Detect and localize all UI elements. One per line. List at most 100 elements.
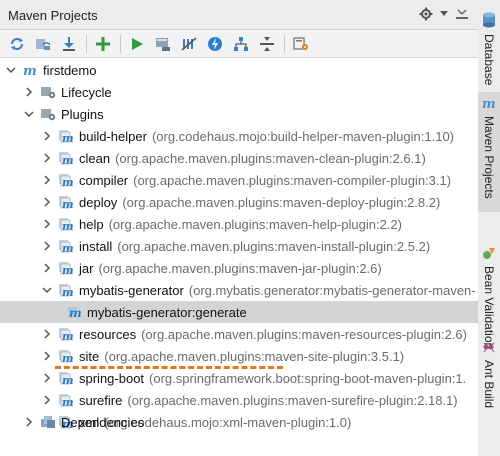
toolbar-separator (86, 34, 87, 53)
tree-node-plugin[interactable]: m help (org.apache.maven.plugins:maven-hel… (0, 213, 478, 235)
sidebar-tab-label: Ant Build (482, 360, 496, 409)
plugin-coordinates: (org.apache.maven.plugins:maven-clean-pl… (115, 150, 426, 166)
reimport-icon[interactable] (6, 33, 28, 55)
show-dependencies-icon[interactable] (230, 33, 252, 55)
plugin-coordinates: (org.apache.maven.plugins:maven-deploy-p… (122, 194, 441, 210)
chevron-right-icon[interactable] (40, 371, 54, 385)
sidebar-tab-ant-build[interactable]: Ant Build (478, 340, 500, 408)
tree-node-lifecycle[interactable]: Lifecycle (0, 81, 478, 103)
tree-node-project[interactable]: m firstdemo (0, 59, 478, 81)
panel-title: Maven Projects (8, 8, 98, 23)
panel-header: Maven Projects (0, 0, 478, 30)
chevron-right-icon[interactable] (22, 85, 36, 99)
chevron-right-icon[interactable] (40, 327, 54, 341)
plugin-name: clean (79, 150, 111, 166)
plugin-coordinates: (org.apache.maven.plugins:maven-site-plu… (104, 348, 405, 364)
database-icon (482, 12, 496, 31)
maven-settings-icon[interactable] (290, 33, 312, 55)
plugin-name: install (79, 238, 113, 254)
tree-node-dependencies[interactable]: Dependencies (0, 411, 478, 433)
chevron-right-icon[interactable] (40, 239, 54, 253)
run-configuration-icon[interactable] (152, 33, 174, 55)
tree-node-plugin[interactable]: m jar (org.apache.maven.plugins:maven-jar-… (0, 257, 478, 279)
tree-node-goal[interactable]: m mybatis-generator:generate (0, 301, 478, 323)
tree-node-plugin[interactable]: m build-helper (org.codehaus.mojo:build-he… (0, 125, 478, 147)
svg-text:m: m (62, 176, 74, 188)
download-icon[interactable] (58, 33, 80, 55)
chevron-right-icon[interactable] (22, 415, 36, 429)
svg-text:m: m (62, 330, 74, 342)
maven-plugin-icon: m (58, 260, 74, 277)
chevron-right-icon[interactable] (40, 217, 54, 231)
plugin-coordinates: (org.apache.maven.plugins:maven-install-… (117, 238, 431, 254)
svg-text:m: m (62, 198, 74, 210)
maven-plugin-icon: m (58, 348, 74, 365)
sidebar-tab-maven-projects[interactable]: m Maven Projects (478, 92, 500, 212)
plugin-name: spring-boot (79, 370, 145, 386)
tree-node-plugin[interactable]: m mybatis-generator (org.mybatis.generator… (0, 279, 478, 301)
tree-node-plugin[interactable]: m surefire (org.apache.maven.plugins:maven… (0, 389, 478, 411)
maven-plugin-icon: m (58, 282, 74, 299)
bean-icon (482, 246, 496, 263)
toolbar-separator (120, 34, 121, 53)
maven-project-tree: m firstdemo Lifecycle Plugins m build-hel… (0, 58, 478, 456)
toggle-offline-icon[interactable] (178, 33, 200, 55)
plugin-name: site (79, 348, 100, 364)
plugin-coordinates: (org.apache.maven.plugins:maven-help-plu… (108, 216, 402, 232)
plugin-name: jar (79, 260, 94, 276)
chevron-right-icon[interactable] (40, 173, 54, 187)
chevron-right-icon[interactable] (40, 261, 54, 275)
sidebar-tab-database[interactable]: Database (478, 12, 500, 85)
maven-toolbar (0, 30, 478, 58)
chevron-down-icon[interactable] (40, 283, 54, 297)
plugins-label: Plugins (61, 106, 104, 122)
tree-node-plugin[interactable]: m install (org.apache.maven.plugins:maven-… (0, 235, 478, 257)
tree-node-plugin[interactable]: m clean (org.apache.maven.plugins:maven-cl… (0, 147, 478, 169)
project-name: firstdemo (43, 62, 97, 78)
plugin-coordinates: (org.springframework.boot:spring-boot-ma… (149, 370, 467, 386)
maven-plugin-icon: m (58, 194, 74, 211)
right-tool-sidebar: Database m Maven Projects Bean Validatio… (478, 0, 500, 456)
maven-plugin-icon: m (58, 326, 74, 343)
chevron-down-icon[interactable] (440, 6, 448, 22)
collapse-all-icon[interactable] (256, 33, 278, 55)
run-icon[interactable] (126, 33, 148, 55)
chevron-down-icon[interactable] (22, 107, 36, 121)
chevron-right-icon[interactable] (40, 151, 54, 165)
plugin-coordinates: (org.apache.maven.plugins:maven-compiler… (133, 172, 452, 188)
maven-plugin-icon: m (58, 128, 74, 145)
chevron-right-icon[interactable] (40, 195, 54, 209)
plugin-name: mybatis-generator (79, 282, 184, 298)
plugin-name: resources (79, 326, 137, 342)
chevron-right-icon[interactable] (40, 129, 54, 143)
tree-node-plugins[interactable]: Plugins (0, 103, 478, 125)
svg-text:m: m (23, 64, 37, 78)
svg-text:m: m (62, 220, 74, 232)
chevron-right-icon[interactable] (40, 349, 54, 363)
maven-projects-panel: Maven Projects m firstdemo Lifecycle Plu… (0, 0, 478, 456)
svg-text:m: m (62, 286, 74, 298)
svg-text:m: m (62, 374, 74, 386)
svg-text:m: m (69, 306, 82, 320)
plugin-name: deploy (79, 194, 118, 210)
folder-gear-icon (40, 106, 56, 122)
generate-sources-icon[interactable] (32, 33, 54, 55)
folder-gear-icon (40, 84, 56, 100)
hide-panel-icon[interactable] (454, 6, 470, 22)
skip-tests-icon[interactable] (204, 33, 226, 55)
sidebar-tab-bean-validation[interactable]: Bean Validation (478, 246, 500, 349)
tree-node-plugin[interactable]: m deploy (org.apache.maven.plugins:maven-d… (0, 191, 478, 213)
plugin-name: help (79, 216, 104, 232)
gear-icon[interactable] (418, 6, 434, 22)
tree-node-plugin[interactable]: m spring-boot (org.springframework.boot:sp… (0, 367, 478, 389)
plugin-name: surefire (79, 392, 123, 408)
add-icon[interactable] (92, 33, 114, 55)
svg-text:m: m (62, 396, 74, 408)
tree-node-plugin[interactable]: m site (org.apache.maven.plugins:maven-sit… (0, 345, 478, 367)
chevron-right-icon[interactable] (40, 393, 54, 407)
plugin-coordinates: (org.apache.maven.plugins:maven-surefire… (127, 392, 458, 408)
tree-node-plugin[interactable]: m resources (org.apache.maven.plugins:mave… (0, 323, 478, 345)
tree-node-plugin[interactable]: m compiler (org.apache.maven.plugins:maven… (0, 169, 478, 191)
chevron-down-icon[interactable] (4, 63, 18, 77)
toolbar-separator (284, 34, 285, 53)
